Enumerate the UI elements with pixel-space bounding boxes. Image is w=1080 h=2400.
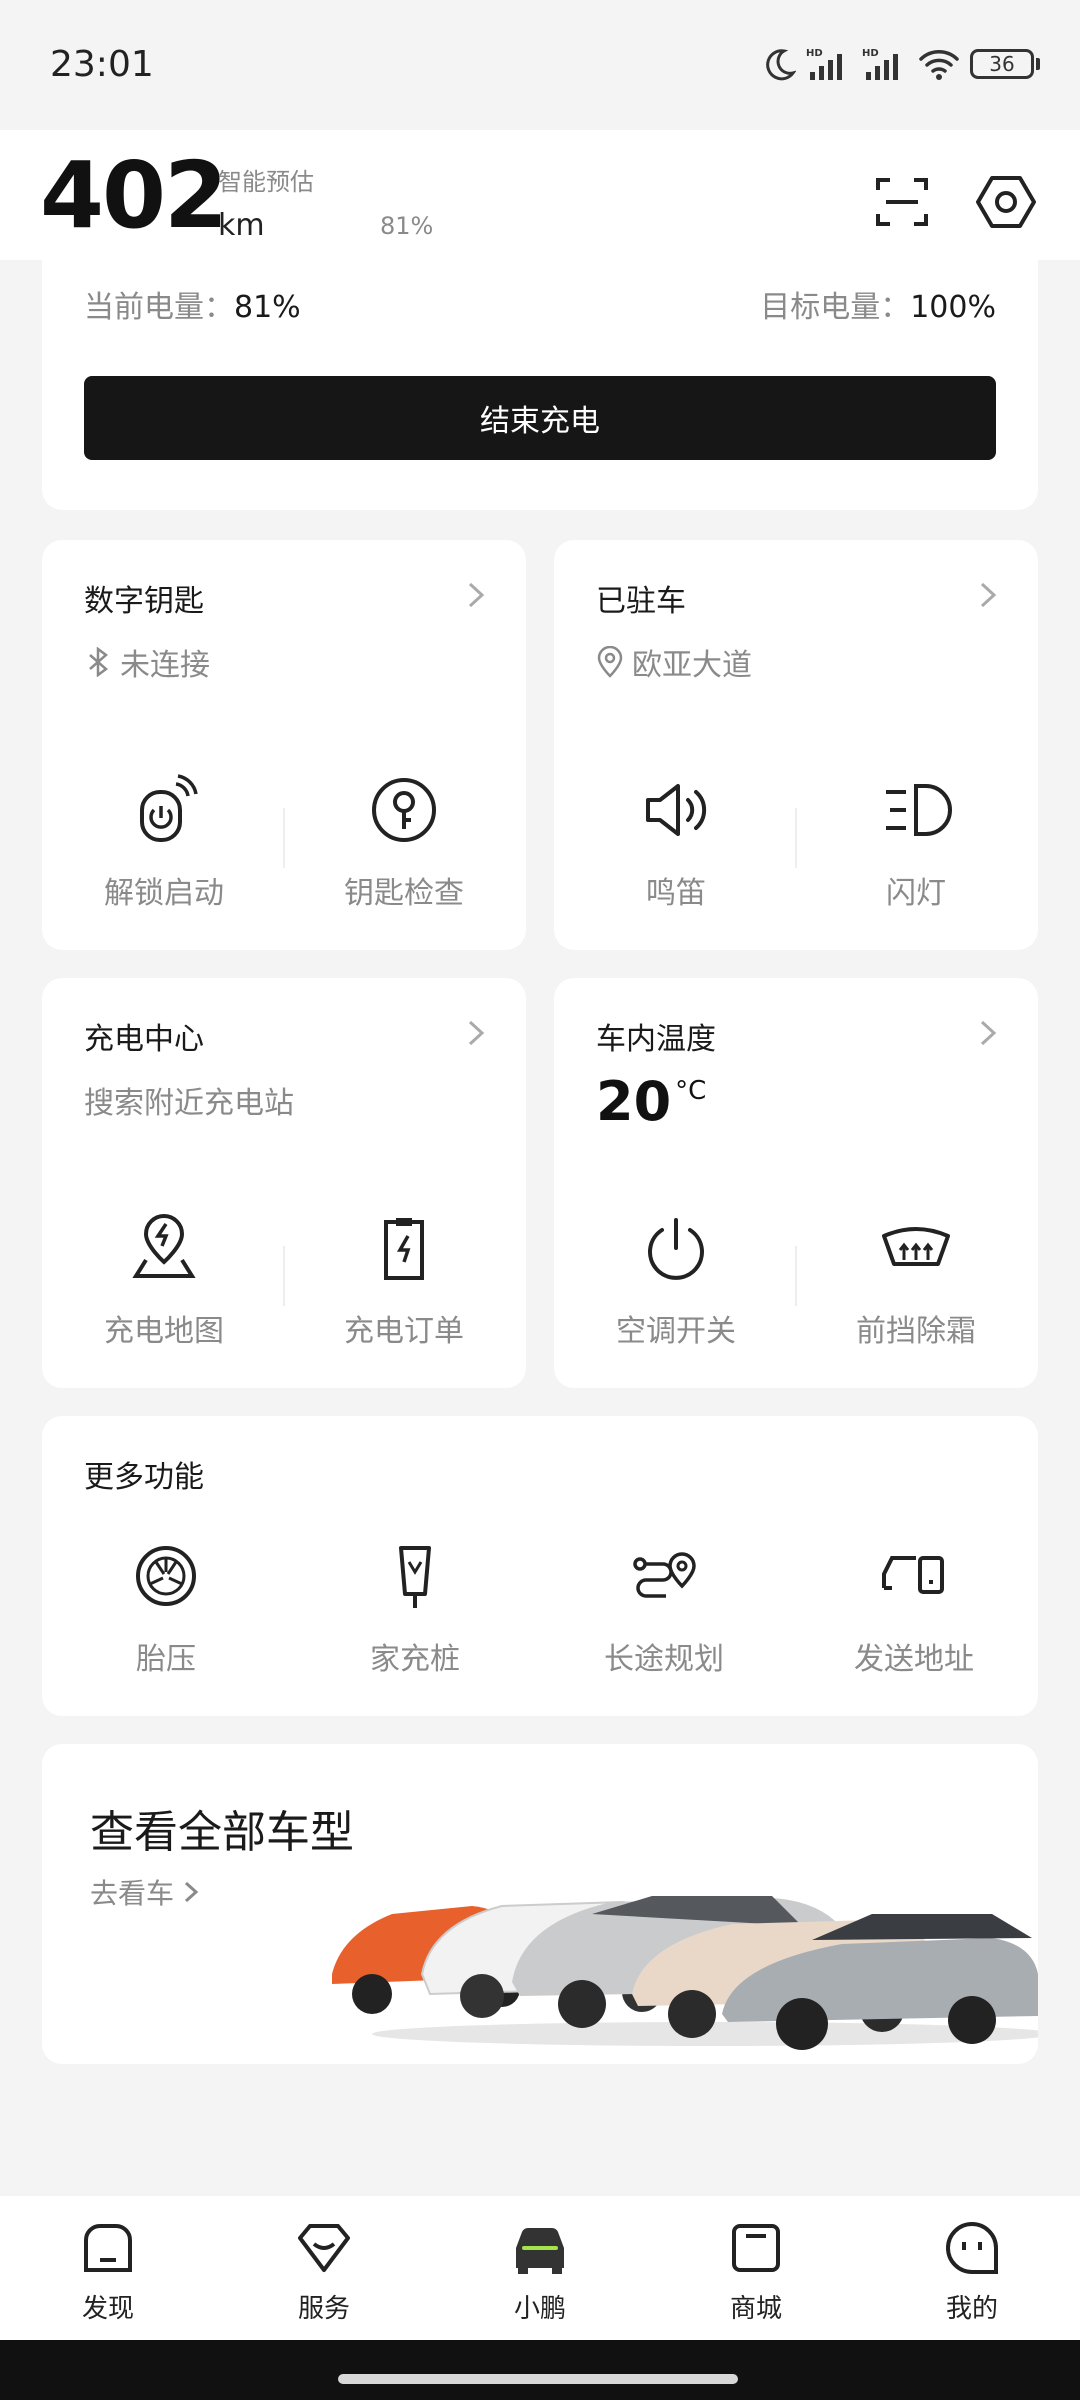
chevron-right-icon [980, 1020, 997, 1046]
cabin-temperature: 20 °C [596, 1070, 707, 1133]
card-title: 充电中心 [84, 1022, 204, 1057]
svg-text:HD: HD [806, 48, 823, 59]
charge-center-card[interactable]: 充电中心 搜索附近充电站 充电地图 充电订单 [42, 978, 526, 1388]
bag-icon [732, 2224, 780, 2272]
defrost-icon [882, 1227, 950, 1266]
battery-percent: 81% [380, 212, 434, 240]
key-status: 未连接 [84, 640, 210, 684]
range-value: 402 [40, 142, 228, 249]
bluetooth-icon [89, 647, 108, 677]
key-check-button[interactable]: 钥匙检查 [304, 770, 504, 912]
remote-unlock-icon [140, 774, 198, 842]
scan-icon[interactable] [872, 172, 932, 232]
target-charge: 目标电量：100% [760, 290, 996, 325]
nav-mine[interactable]: 我的 [864, 2196, 1080, 2340]
chevron-right-icon [468, 582, 485, 608]
car-icon [516, 2228, 564, 2274]
chevron-right-icon [980, 582, 997, 608]
card-title: 车内温度 [596, 1022, 716, 1057]
send-to-car-icon [882, 1556, 944, 1594]
speaker-icon [646, 784, 707, 836]
profile-icon [946, 2222, 998, 2274]
bottom-nav: 发现 服务 小鹏 商城 我的 [0, 2196, 1080, 2340]
send-address-button[interactable]: 发送地址 [814, 1536, 1014, 1678]
ac-power-button[interactable]: 空调开关 [576, 1208, 776, 1350]
flash-lights-button[interactable]: 闪灯 [816, 770, 1016, 912]
unlock-start-button[interactable]: 解锁启动 [64, 770, 264, 912]
chevron-right-icon [185, 1881, 199, 1903]
windshield-defrost-button[interactable]: 前挡除霜 [816, 1208, 1016, 1350]
key-icon [372, 778, 436, 842]
card-title: 已驻车 [596, 584, 686, 619]
end-charging-button[interactable]: 结束充电 [84, 376, 996, 460]
settings-icon[interactable] [976, 172, 1036, 232]
wifi-icon [919, 50, 959, 80]
charge-order-icon [384, 1218, 424, 1280]
chevron-right-icon [468, 1020, 485, 1046]
nav-mall[interactable]: 商城 [648, 2196, 864, 2340]
current-charge: 当前电量：81% [84, 290, 301, 325]
power-icon [648, 1218, 704, 1280]
tire-icon [136, 1546, 196, 1606]
nav-xpeng[interactable]: 小鹏 [432, 2196, 648, 2340]
parked-card[interactable]: 已驻车 欧亚大道 鸣笛 闪灯 [554, 540, 1038, 950]
tire-pressure-button[interactable]: 胎压 [66, 1536, 266, 1678]
models-banner[interactable]: 查看全部车型 去看车 [42, 1744, 1038, 2064]
card-title: 数字钥匙 [84, 584, 204, 619]
range-header: 402 智能预估 km 81% [0, 130, 1080, 260]
signal-icon-2: HD [862, 48, 898, 80]
parked-location: 欧亚大道 [596, 640, 752, 684]
gesture-bar [0, 2340, 1080, 2400]
see-cars-link[interactable]: 去看车 [90, 1872, 200, 1912]
horn-button[interactable]: 鸣笛 [576, 770, 776, 912]
home-charger-button[interactable]: 家充桩 [315, 1536, 515, 1678]
charge-orders-button[interactable]: 充电订单 [304, 1208, 504, 1350]
status-icons: HD HD 36 [762, 46, 1040, 82]
range-unit: km [218, 208, 265, 243]
service-icon [298, 2224, 350, 2272]
route-icon [633, 1552, 696, 1598]
nav-discover[interactable]: 发现 [0, 2196, 216, 2340]
moon-icon [766, 49, 796, 81]
card-subtitle: 搜索附近充电站 [84, 1086, 294, 1121]
headlight-icon [886, 784, 952, 836]
charging-card: 当前电量：81% 目标电量：100% 结束充电 [42, 260, 1038, 510]
range-note: 智能预估 [218, 168, 314, 196]
discover-icon [84, 2224, 132, 2272]
more-functions-card: 更多功能 胎压 家充桩 长途规划 发送地址 [42, 1416, 1038, 1716]
digital-key-card[interactable]: 数字钥匙 未连接 解锁启动 钥匙检查 [42, 540, 526, 950]
location-pin-icon [597, 646, 623, 678]
battery-level: 36 [970, 49, 1034, 79]
cabin-temp-card[interactable]: 车内温度 20 °C 空调开关 前挡除霜 [554, 978, 1038, 1388]
nav-service[interactable]: 服务 [216, 2196, 432, 2340]
charge-map-icon [132, 1214, 196, 1278]
battery-icon: 36 [970, 49, 1040, 79]
status-time: 23:01 [50, 44, 154, 85]
long-trip-plan-button[interactable]: 长途规划 [564, 1536, 764, 1678]
car-lineup-image [332, 1896, 1038, 2050]
charger-icon [399, 1546, 431, 1608]
home-indicator[interactable] [338, 2374, 738, 2384]
card-title: 更多功能 [84, 1460, 204, 1495]
status-bar: 23:01 HD HD 36 [0, 0, 1080, 130]
signal-icon: HD [806, 48, 842, 80]
svg-text:HD: HD [862, 48, 879, 59]
charge-map-button[interactable]: 充电地图 [64, 1208, 264, 1350]
